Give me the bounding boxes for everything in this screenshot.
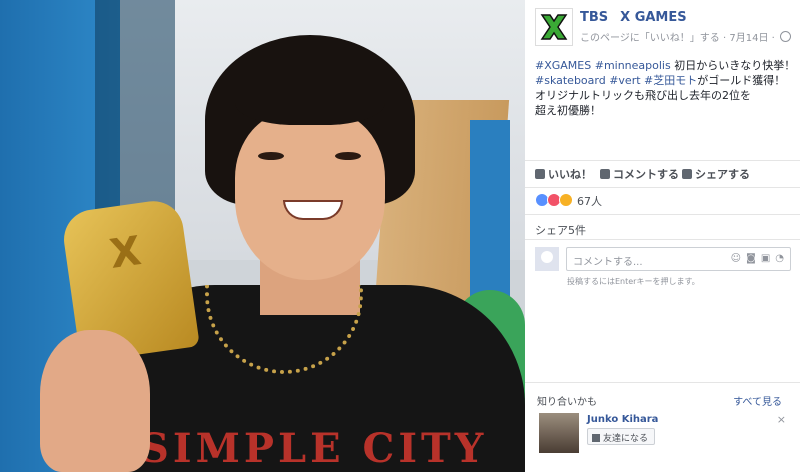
hashtag-link[interactable]: #XGAMES #minneapolis [535, 59, 671, 72]
thumbs-up-icon [535, 169, 545, 179]
user-avatar [535, 247, 559, 271]
page-name-xgames[interactable]: X GAMES [620, 10, 686, 25]
page-avatar[interactable] [535, 8, 573, 46]
post-sidebar: TBS X GAMES このページに「いいね！」する · 7月14日 · #XGA… [525, 0, 800, 473]
post-actions: いいね！ コメントする シェアする [525, 160, 800, 188]
globe-icon [780, 31, 791, 42]
like-label: いいね！ [548, 168, 592, 181]
photo-hand [40, 330, 150, 472]
divider [525, 214, 800, 215]
gif-icon[interactable]: ▣ [761, 253, 770, 264]
post-date[interactable]: 7月14日 [729, 33, 768, 44]
post-header: TBS X GAMES このページに「いいね！」する · 7月14日 · [535, 8, 795, 48]
post-text-segment: 初日からいきなり快挙！ [670, 59, 796, 72]
page-name[interactable]: TBS X GAMES [580, 10, 687, 25]
add-friend-label: 友達になる [603, 434, 649, 444]
comment-button[interactable]: コメントする [600, 166, 679, 182]
pymk-title: 知り合いかも [537, 397, 597, 408]
post-text-line-3: オリジナルトリックも飛び出し去年の2位を [535, 89, 751, 102]
photo-face [235, 110, 385, 280]
meta-separator-2: · [768, 33, 778, 44]
like-button[interactable]: いいね！ [535, 166, 592, 182]
photo-shirt-text: SIMPLE CITY [140, 425, 488, 472]
comment-label: コメントする [613, 168, 679, 181]
people-you-may-know: 知り合いかも すべて見る Junko Kihara 友達になる × [525, 382, 800, 473]
photo-eye-right [335, 152, 361, 160]
share-icon [682, 169, 692, 179]
photo-trophy-x-logo: X [106, 228, 144, 278]
emoji-icon[interactable]: ☺ [731, 253, 741, 264]
hashtag-link[interactable]: #skateboard #vert #芝田モト [535, 74, 697, 87]
add-friend-button[interactable]: 友達になる [587, 428, 655, 445]
comment-composer: コメントする... ☺ ◙ ▣ ◔ [535, 247, 793, 273]
post-text-line-2: #skateboard #vert #芝田モトがゴールド獲得！ [535, 73, 797, 88]
sticker-icon[interactable]: ◔ [775, 253, 784, 264]
post-text-line-4: 超え初優勝！ [535, 104, 601, 117]
like-page-link[interactable]: このページに「いいね！」する [580, 33, 720, 44]
see-all-link[interactable]: すべて見る [733, 393, 782, 408]
share-button[interactable]: シェアする [682, 166, 750, 182]
photo-eye-left [258, 152, 284, 160]
friend-name[interactable]: Junko Kihara [587, 414, 658, 425]
comment-icon [600, 169, 610, 179]
post-meta: このページに「いいね！」する · 7月14日 · [580, 29, 791, 44]
post-text-segment: がゴールド獲得！ [697, 74, 786, 87]
friend-avatar[interactable] [539, 413, 579, 453]
share-count[interactable]: シェア5件 [535, 222, 586, 238]
post-photo[interactable]: SIMPLE CITY X [0, 0, 525, 472]
reactions-summary[interactable]: 67人 [535, 193, 602, 209]
comment-input[interactable]: コメントする... ☺ ◙ ▣ ◔ [566, 247, 791, 271]
comment-placeholder: コメントする... [573, 257, 643, 268]
comment-hint: 投稿するにはEnterキーを押します。 [567, 277, 700, 286]
camera-icon[interactable]: ◙ [746, 253, 756, 264]
share-label: シェアする [695, 168, 750, 181]
page-name-tbs[interactable]: TBS [580, 10, 608, 25]
post-text-line-1: #XGAMES #minneapolis 初日からいきなり快挙！ [535, 58, 797, 73]
close-icon[interactable]: × [777, 413, 786, 426]
meta-separator: · [719, 33, 730, 44]
post-text: #XGAMES #minneapolis 初日からいきなり快挙！ #skateb… [535, 58, 797, 118]
add-friend-icon [592, 434, 600, 442]
photo-hair-fringe [235, 70, 385, 125]
xgames-logo-icon [536, 9, 572, 45]
divider [525, 239, 800, 240]
comment-tools: ☺ ◙ ▣ ◔ [726, 253, 784, 264]
wow-reaction-icon [559, 193, 573, 207]
reaction-count[interactable]: 67人 [577, 195, 602, 208]
